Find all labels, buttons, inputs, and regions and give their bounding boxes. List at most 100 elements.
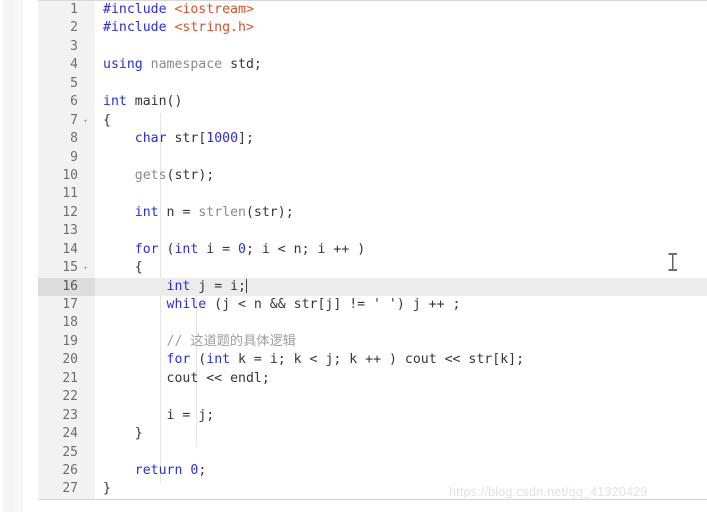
- code-line-content[interactable]: #include <iostream>: [95, 1, 707, 19]
- code-line[interactable]: 10 gets(str);: [38, 167, 707, 185]
- line-number[interactable]: 18: [38, 314, 95, 332]
- code-line-content[interactable]: int j = i;: [95, 277, 707, 296]
- line-number[interactable]: 14: [38, 241, 95, 259]
- line-number[interactable]: 27: [38, 480, 95, 498]
- line-number[interactable]: 23: [38, 407, 95, 425]
- line-number[interactable]: 25: [38, 444, 95, 462]
- code-token: =: [214, 241, 239, 257]
- line-number[interactable]: 4: [38, 56, 95, 74]
- fold-toggle-chevron-down-icon[interactable]: ▾: [81, 112, 90, 130]
- code-line-content[interactable]: [95, 185, 707, 203]
- code-line[interactable]: 4 using namespace std;: [38, 56, 707, 74]
- code-line-content[interactable]: gets(str);: [95, 167, 707, 185]
- code-line[interactable]: 6 int main(): [38, 93, 707, 111]
- line-number[interactable]: 1: [38, 1, 95, 19]
- code-line[interactable]: 11: [38, 185, 707, 203]
- page-left-margin: [0, 0, 22, 512]
- code-line[interactable]: 1 #include <iostream>: [38, 1, 707, 19]
- code-line[interactable]: 21 cout << endl;: [38, 370, 707, 388]
- code-line-content[interactable]: {: [95, 259, 707, 277]
- line-number[interactable]: 11: [38, 185, 95, 203]
- code-token: int: [103, 94, 127, 110]
- line-number[interactable]: 20: [38, 351, 95, 369]
- code-line-content[interactable]: i = j;: [95, 407, 707, 425]
- code-line-content[interactable]: [95, 75, 707, 93]
- line-number[interactable]: 21: [38, 370, 95, 388]
- code-token: <iostream>: [174, 2, 254, 17]
- code-line[interactable]: 7 ▾ {: [38, 112, 707, 130]
- code-line[interactable]: 23 i = j;: [38, 407, 707, 425]
- line-number[interactable]: 22: [38, 388, 95, 406]
- code-editor[interactable]: 1 #include <iostream> 2 #include <string.h>…: [38, 0, 707, 500]
- code-line[interactable]: 17 while (j < n && str[j] != ' ') j ++ ;: [38, 296, 707, 314]
- code-line-content[interactable]: #include <string.h>: [95, 19, 707, 37]
- code-token: =: [245, 352, 270, 368]
- code-line[interactable]: 26 return 0;: [38, 462, 707, 480]
- code-line[interactable]: 20 for (int k = i; k < j; k ++ ) cout <<…: [38, 351, 707, 369]
- code-line-content[interactable]: using namespace std;: [95, 56, 707, 74]
- line-number[interactable]: 16: [38, 277, 95, 296]
- code-line-content[interactable]: return 0;: [95, 462, 707, 480]
- code-line-content[interactable]: [95, 444, 707, 462]
- code-line-content[interactable]: cout << endl;: [95, 370, 707, 388]
- code-line-content[interactable]: for (int k = i; k < j; k ++ ) cout << st…: [95, 351, 707, 369]
- code-line-content[interactable]: [95, 314, 707, 332]
- line-number[interactable]: 6: [38, 93, 95, 111]
- code-line-content[interactable]: {: [95, 112, 707, 130]
- line-number[interactable]: 7 ▾: [38, 112, 95, 130]
- code-line[interactable]: 8 char str[1000];: [38, 130, 707, 148]
- line-number[interactable]: 15 ▾: [38, 259, 95, 277]
- code-line-list[interactable]: 1 #include <iostream> 2 #include <string.h>…: [38, 1, 707, 499]
- code-token: ;: [246, 241, 262, 257]
- code-line-content[interactable]: [95, 149, 707, 167]
- line-number[interactable]: 12: [38, 204, 95, 222]
- code-line-content[interactable]: while (j < n && str[j] != ' ') j ++ ;: [95, 296, 707, 314]
- code-line[interactable]: 5: [38, 75, 707, 93]
- code-line[interactable]: 15 ▾ {: [38, 259, 707, 277]
- code-line-content[interactable]: [95, 222, 707, 240]
- line-number[interactable]: 10: [38, 167, 95, 185]
- code-line[interactable]: 25: [38, 444, 707, 462]
- line-number[interactable]: 19: [38, 333, 95, 351]
- code-line[interactable]: 14 for (int i = 0; i < n; i ++ ): [38, 241, 707, 259]
- line-number[interactable]: 3: [38, 38, 95, 56]
- line-number[interactable]: 8: [38, 130, 95, 148]
- code-line-content[interactable]: [95, 38, 707, 56]
- code-token: ++ ;: [420, 297, 461, 312]
- code-token: ;: [253, 57, 262, 73]
- line-number[interactable]: 9: [38, 149, 95, 167]
- code-token: &&: [261, 297, 294, 312]
- code-line-content[interactable]: for (int i = 0; i < n; i ++ ): [95, 241, 707, 259]
- code-line-content[interactable]: [95, 388, 707, 406]
- code-line[interactable]: 12 int n = strlen(str);: [38, 204, 707, 222]
- line-number[interactable]: 26: [38, 462, 95, 480]
- code-token: (: [158, 241, 175, 257]
- code-line[interactable]: 24 }: [38, 425, 707, 443]
- code-token: int: [166, 278, 191, 294]
- code-line[interactable]: 22: [38, 388, 707, 406]
- code-line-content[interactable]: char str[1000];: [95, 130, 707, 148]
- code-line-content[interactable]: // 这道题的具体逻辑: [95, 333, 707, 351]
- line-number[interactable]: 2: [38, 19, 95, 37]
- line-number[interactable]: 5: [38, 75, 95, 93]
- code-line-content[interactable]: int n = strlen(str);: [95, 204, 707, 222]
- code-line[interactable]: 13: [38, 222, 707, 240]
- line-number[interactable]: 17: [38, 296, 95, 314]
- code-line[interactable]: 3: [38, 38, 707, 56]
- code-line[interactable]: 2 #include <string.h>: [38, 19, 707, 37]
- code-token: (: [190, 352, 207, 368]
- code-token: //: [166, 333, 191, 349]
- code-token: return: [134, 462, 183, 478]
- fold-toggle-chevron-down-icon[interactable]: ▾: [81, 259, 90, 277]
- code-line-content[interactable]: int main(): [95, 93, 707, 111]
- code-line[interactable]: 18: [38, 314, 707, 332]
- code-line[interactable]: 9: [38, 149, 707, 167]
- code-line[interactable]: 19 // 这道题的具体逻辑: [38, 333, 707, 351]
- code-line-content[interactable]: }: [95, 425, 707, 443]
- code-line[interactable]: 16 int j = i;: [38, 277, 707, 296]
- line-number[interactable]: 13: [38, 222, 95, 240]
- line-number[interactable]: 24: [38, 425, 95, 443]
